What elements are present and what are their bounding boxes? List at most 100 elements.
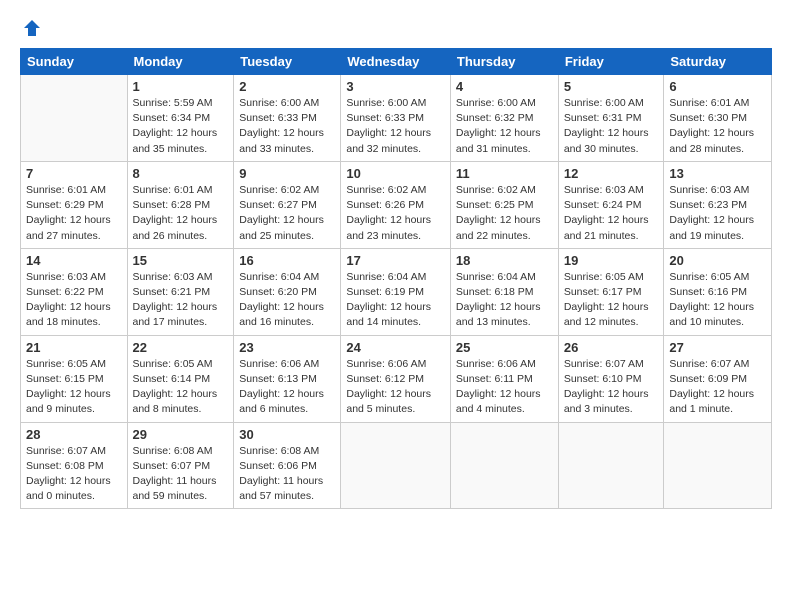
calendar-cell: 19 Sunrise: 6:05 AM Sunset: 6:17 PM Dayli… (558, 248, 664, 335)
day-info: Sunrise: 6:03 AM Sunset: 6:24 PM Dayligh… (564, 183, 659, 244)
calendar-cell: 21 Sunrise: 6:05 AM Sunset: 6:15 PM Dayli… (21, 335, 128, 422)
weekday-header: Sunday (21, 49, 128, 75)
day-number: 29 (133, 427, 229, 442)
calendar-cell: 22 Sunrise: 6:05 AM Sunset: 6:14 PM Dayli… (127, 335, 234, 422)
day-number: 25 (456, 340, 553, 355)
calendar-cell: 6 Sunrise: 6:01 AM Sunset: 6:30 PM Daylig… (664, 75, 772, 162)
calendar-cell: 7Sunrise: 6:01 AM Sunset: 6:29 PM Daylig… (21, 161, 128, 248)
calendar-cell: 28Sunrise: 6:07 AM Sunset: 6:08 PM Dayli… (21, 422, 128, 509)
logo-icon (22, 18, 42, 38)
day-info: Sunrise: 6:00 AM Sunset: 6:31 PM Dayligh… (564, 96, 659, 157)
day-number: 3 (346, 79, 445, 94)
day-info: Sunrise: 6:05 AM Sunset: 6:17 PM Dayligh… (564, 270, 659, 331)
calendar-week-row: 1 Sunrise: 5:59 AM Sunset: 6:34 PM Daylig… (21, 75, 772, 162)
day-info: Sunrise: 6:06 AM Sunset: 6:13 PM Dayligh… (239, 357, 335, 418)
day-number: 24 (346, 340, 445, 355)
day-info: Sunrise: 6:07 AM Sunset: 6:10 PM Dayligh… (564, 357, 659, 418)
day-info: Sunrise: 6:03 AM Sunset: 6:21 PM Dayligh… (133, 270, 229, 331)
calendar-header-row: SundayMondayTuesdayWednesdayThursdayFrid… (21, 49, 772, 75)
day-number: 26 (564, 340, 659, 355)
day-info: Sunrise: 6:02 AM Sunset: 6:25 PM Dayligh… (456, 183, 553, 244)
weekday-header: Wednesday (341, 49, 451, 75)
day-number: 13 (669, 166, 766, 181)
day-number: 2 (239, 79, 335, 94)
calendar-cell: 16Sunrise: 6:04 AM Sunset: 6:20 PM Dayli… (234, 248, 341, 335)
calendar-table: SundayMondayTuesdayWednesdayThursdayFrid… (20, 48, 772, 509)
day-info: Sunrise: 6:01 AM Sunset: 6:30 PM Dayligh… (669, 96, 766, 157)
calendar-cell: 26 Sunrise: 6:07 AM Sunset: 6:10 PM Dayli… (558, 335, 664, 422)
day-info: Sunrise: 5:59 AM Sunset: 6:34 PM Dayligh… (133, 96, 229, 157)
day-number: 23 (239, 340, 335, 355)
header (20, 18, 772, 38)
day-number: 19 (564, 253, 659, 268)
calendar-cell: 4 Sunrise: 6:00 AM Sunset: 6:32 PM Daylig… (450, 75, 558, 162)
day-info: Sunrise: 6:00 AM Sunset: 6:33 PM Dayligh… (239, 96, 335, 157)
page: SundayMondayTuesdayWednesdayThursdayFrid… (0, 0, 792, 612)
day-number: 14 (26, 253, 122, 268)
calendar-cell: 11 Sunrise: 6:02 AM Sunset: 6:25 PM Dayli… (450, 161, 558, 248)
calendar-week-row: 21 Sunrise: 6:05 AM Sunset: 6:15 PM Dayli… (21, 335, 772, 422)
day-info: Sunrise: 6:08 AM Sunset: 6:07 PM Dayligh… (133, 444, 229, 505)
day-number: 21 (26, 340, 122, 355)
calendar-cell: 15 Sunrise: 6:03 AM Sunset: 6:21 PM Dayli… (127, 248, 234, 335)
calendar-cell: 27 Sunrise: 6:07 AM Sunset: 6:09 PM Dayli… (664, 335, 772, 422)
calendar-cell: 13Sunrise: 6:03 AM Sunset: 6:23 PM Dayli… (664, 161, 772, 248)
calendar-cell: 9 Sunrise: 6:02 AM Sunset: 6:27 PM Daylig… (234, 161, 341, 248)
day-number: 8 (133, 166, 229, 181)
day-number: 10 (346, 166, 445, 181)
day-info: Sunrise: 6:02 AM Sunset: 6:27 PM Dayligh… (239, 183, 335, 244)
calendar-cell (558, 422, 664, 509)
day-info: Sunrise: 6:07 AM Sunset: 6:09 PM Dayligh… (669, 357, 766, 418)
calendar-cell: 24 Sunrise: 6:06 AM Sunset: 6:12 PM Dayli… (341, 335, 451, 422)
calendar-cell (450, 422, 558, 509)
calendar-week-row: 7Sunrise: 6:01 AM Sunset: 6:29 PM Daylig… (21, 161, 772, 248)
calendar-week-row: 28Sunrise: 6:07 AM Sunset: 6:08 PM Dayli… (21, 422, 772, 509)
day-number: 20 (669, 253, 766, 268)
calendar-cell: 2 Sunrise: 6:00 AM Sunset: 6:33 PM Daylig… (234, 75, 341, 162)
day-info: Sunrise: 6:02 AM Sunset: 6:26 PM Dayligh… (346, 183, 445, 244)
day-info: Sunrise: 6:01 AM Sunset: 6:28 PM Dayligh… (133, 183, 229, 244)
calendar-cell (21, 75, 128, 162)
day-number: 5 (564, 79, 659, 94)
weekday-header: Thursday (450, 49, 558, 75)
day-info: Sunrise: 6:07 AM Sunset: 6:08 PM Dayligh… (26, 444, 122, 505)
weekday-header: Saturday (664, 49, 772, 75)
calendar-cell: 1 Sunrise: 5:59 AM Sunset: 6:34 PM Daylig… (127, 75, 234, 162)
day-info: Sunrise: 6:05 AM Sunset: 6:14 PM Dayligh… (133, 357, 229, 418)
day-info: Sunrise: 6:06 AM Sunset: 6:12 PM Dayligh… (346, 357, 445, 418)
calendar-cell (341, 422, 451, 509)
calendar-cell: 29 Sunrise: 6:08 AM Sunset: 6:07 PM Dayli… (127, 422, 234, 509)
day-number: 7 (26, 166, 122, 181)
day-number: 22 (133, 340, 229, 355)
day-number: 15 (133, 253, 229, 268)
day-info: Sunrise: 6:00 AM Sunset: 6:32 PM Dayligh… (456, 96, 553, 157)
calendar-cell: 5 Sunrise: 6:00 AM Sunset: 6:31 PM Daylig… (558, 75, 664, 162)
calendar-cell: 8 Sunrise: 6:01 AM Sunset: 6:28 PM Daylig… (127, 161, 234, 248)
day-number: 9 (239, 166, 335, 181)
day-info: Sunrise: 6:03 AM Sunset: 6:22 PM Dayligh… (26, 270, 122, 331)
weekday-header: Friday (558, 49, 664, 75)
calendar-cell: 20 Sunrise: 6:05 AM Sunset: 6:16 PM Dayli… (664, 248, 772, 335)
day-number: 1 (133, 79, 229, 94)
day-number: 11 (456, 166, 553, 181)
calendar-cell: 18 Sunrise: 6:04 AM Sunset: 6:18 PM Dayli… (450, 248, 558, 335)
day-info: Sunrise: 6:00 AM Sunset: 6:33 PM Dayligh… (346, 96, 445, 157)
calendar-cell: 3 Sunrise: 6:00 AM Sunset: 6:33 PM Daylig… (341, 75, 451, 162)
day-info: Sunrise: 6:05 AM Sunset: 6:16 PM Dayligh… (669, 270, 766, 331)
day-number: 4 (456, 79, 553, 94)
calendar-week-row: 14 Sunrise: 6:03 AM Sunset: 6:22 PM Dayli… (21, 248, 772, 335)
day-number: 6 (669, 79, 766, 94)
calendar-cell: 25Sunrise: 6:06 AM Sunset: 6:11 PM Dayli… (450, 335, 558, 422)
day-info: Sunrise: 6:04 AM Sunset: 6:19 PM Dayligh… (346, 270, 445, 331)
day-info: Sunrise: 6:04 AM Sunset: 6:20 PM Dayligh… (239, 270, 335, 331)
calendar-cell: 17Sunrise: 6:04 AM Sunset: 6:19 PM Dayli… (341, 248, 451, 335)
day-number: 27 (669, 340, 766, 355)
day-info: Sunrise: 6:05 AM Sunset: 6:15 PM Dayligh… (26, 357, 122, 418)
day-number: 18 (456, 253, 553, 268)
logo (20, 18, 42, 38)
calendar-cell (664, 422, 772, 509)
day-info: Sunrise: 6:04 AM Sunset: 6:18 PM Dayligh… (456, 270, 553, 331)
day-number: 30 (239, 427, 335, 442)
calendar-cell: 12Sunrise: 6:03 AM Sunset: 6:24 PM Dayli… (558, 161, 664, 248)
day-info: Sunrise: 6:08 AM Sunset: 6:06 PM Dayligh… (239, 444, 335, 505)
